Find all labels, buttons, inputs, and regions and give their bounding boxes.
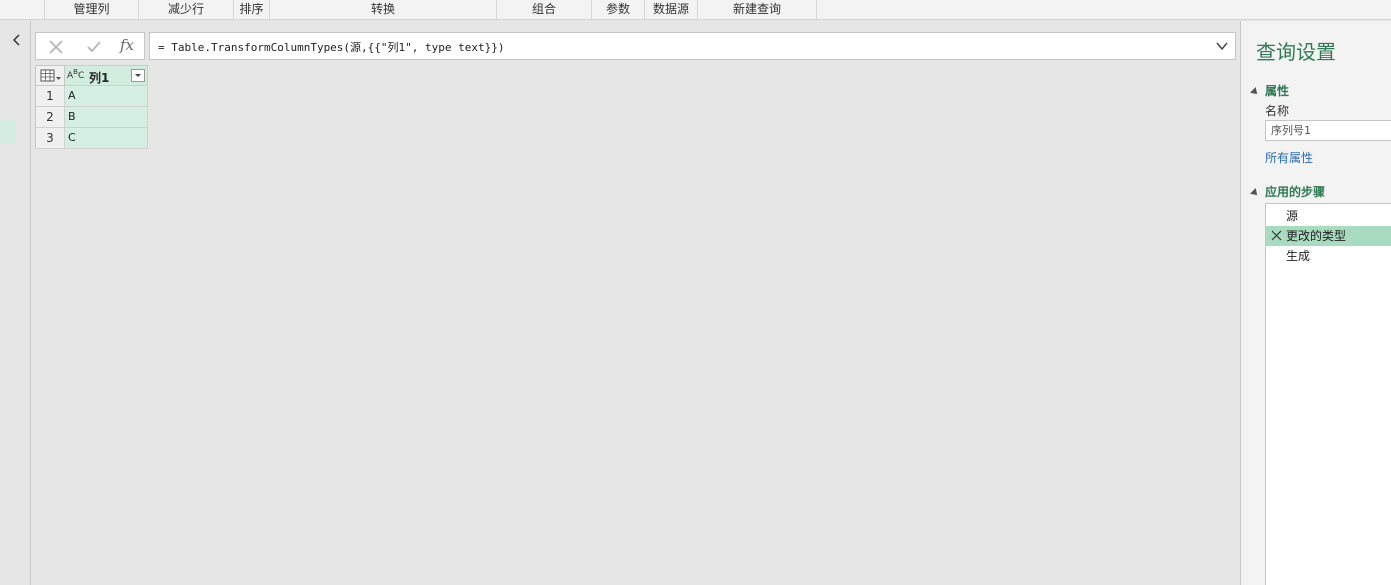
pane-title: 查询设置 xyxy=(1256,40,1336,64)
filter-dropdown-icon[interactable] xyxy=(131,69,145,82)
ribbon-group-parameters: 参数 xyxy=(592,0,645,19)
abc-type-icon[interactable]: ABC xyxy=(67,68,84,81)
ribbon-group-reduce-rows: 减少行 xyxy=(139,0,234,19)
name-label: 名称 xyxy=(1265,104,1290,118)
check-icon[interactable] xyxy=(84,37,104,57)
ribbon-group-transform: 转换 xyxy=(270,0,497,19)
column-header-col1[interactable]: ABC 列1 xyxy=(65,65,148,86)
formula-text[interactable]: = Table.TransformColumnTypes(源,{{"列1", t… xyxy=(158,39,505,55)
ribbon-group-manage-columns: 管理列 xyxy=(45,0,139,19)
table-menu-button[interactable] xyxy=(35,65,65,86)
ribbon-group-data-sources: 数据源 xyxy=(645,0,698,19)
cancel-x-icon[interactable] xyxy=(46,37,66,57)
step-label: 更改的类型 xyxy=(1286,229,1347,243)
row-number: 1 xyxy=(35,86,65,107)
delete-step-icon[interactable] xyxy=(1271,230,1282,241)
collapse-triangle-icon xyxy=(1250,86,1260,97)
query-settings-pane: 查询设置 属性 名称 序列号1 所有属性 应用的步骤 源 更改的类型 生成 xyxy=(1240,21,1391,585)
table-cell[interactable]: C xyxy=(65,128,148,149)
ribbon-group-labels: 管理列 减少行 排序 转换 组合 参数 数据源 新建查询 xyxy=(0,0,1391,20)
ribbon-group-sort: 排序 xyxy=(234,0,270,19)
formula-bar-buttons: fx xyxy=(35,32,145,60)
table-cell[interactable]: B xyxy=(65,107,148,128)
applied-steps-header-label: 应用的步骤 xyxy=(1265,185,1326,199)
row-number: 3 xyxy=(35,128,65,149)
fx-icon[interactable]: fx xyxy=(120,36,134,54)
chevron-left-icon[interactable] xyxy=(11,33,23,47)
properties-header-label: 属性 xyxy=(1265,84,1290,98)
queries-navigator-collapsed xyxy=(0,21,31,585)
formula-input[interactable]: = Table.TransformColumnTypes(源,{{"列1", t… xyxy=(149,32,1236,60)
step-source[interactable]: 源 xyxy=(1266,206,1391,226)
ribbon-group-new-query: 新建查询 xyxy=(698,0,817,19)
step-changed-type[interactable]: 更改的类型 xyxy=(1266,226,1391,246)
all-properties-link[interactable]: 所有属性 xyxy=(1265,149,1313,166)
collapse-triangle-icon xyxy=(1250,187,1260,198)
table-cell[interactable]: A xyxy=(65,86,148,107)
properties-section-header[interactable]: 属性 xyxy=(1250,82,1290,99)
row-number: 2 xyxy=(35,107,65,128)
query-name-input[interactable]: 序列号1 xyxy=(1265,120,1391,141)
step-generate[interactable]: 生成 xyxy=(1266,246,1391,266)
ribbon-group-combine: 组合 xyxy=(497,0,592,19)
column-name: 列1 xyxy=(89,71,110,85)
applied-steps-header[interactable]: 应用的步骤 xyxy=(1250,183,1326,200)
expand-chevron-icon[interactable] xyxy=(1215,41,1229,51)
applied-steps-list: 源 更改的类型 生成 xyxy=(1265,203,1391,585)
selected-query-strip[interactable] xyxy=(0,120,16,144)
step-label: 源 xyxy=(1286,209,1299,223)
ribbon-spacer xyxy=(0,0,45,19)
step-label: 生成 xyxy=(1286,249,1311,263)
table-menu-icon xyxy=(40,69,61,82)
